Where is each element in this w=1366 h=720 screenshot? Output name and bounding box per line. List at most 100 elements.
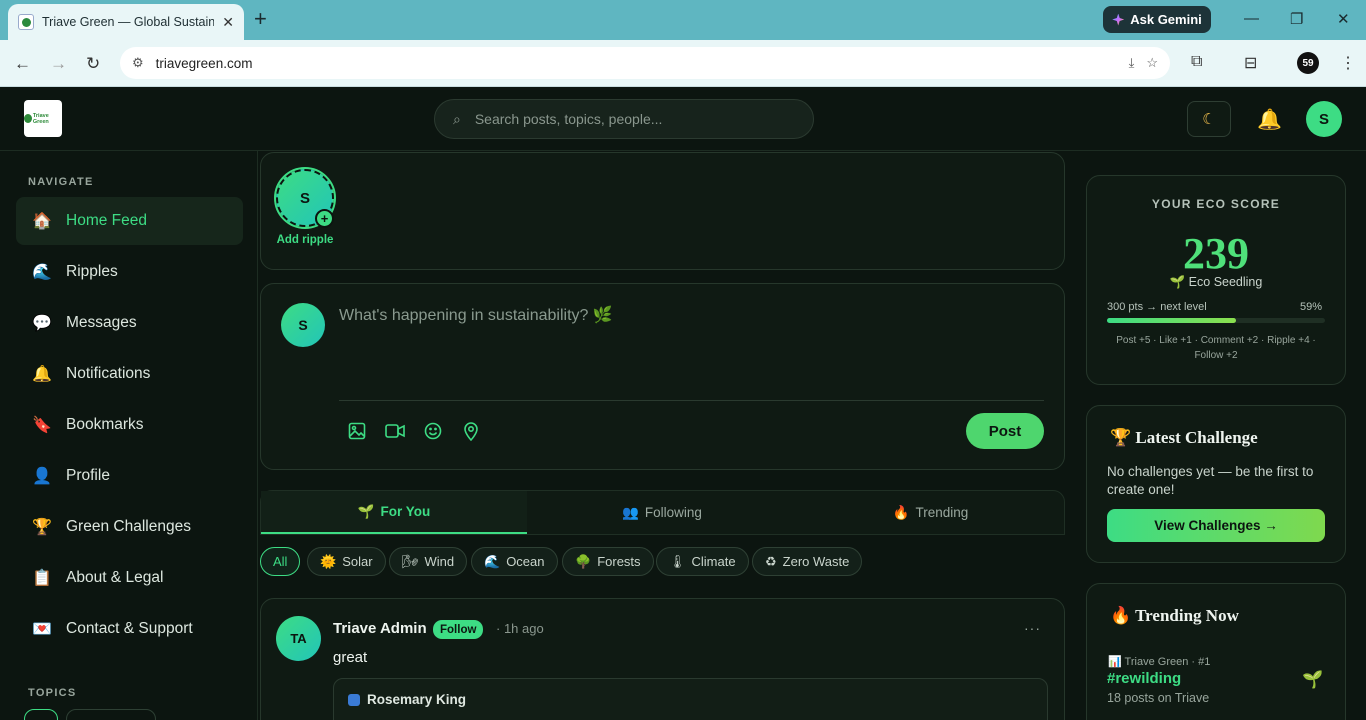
sidebar-item-profile[interactable]: 👤 Profile xyxy=(16,452,243,500)
composer-input[interactable]: What's happening in sustainability? 🌿 xyxy=(339,305,613,325)
tab-icon: 👥 xyxy=(622,504,639,520)
sidebar-item-contact-support[interactable]: 💌 Contact & Support xyxy=(16,605,243,653)
follow-button[interactable]: Follow xyxy=(433,620,484,639)
new-tab-button[interactable]: + xyxy=(254,7,267,31)
favicon-icon xyxy=(18,14,34,30)
browser-tab[interactable]: Triave Green — Global Sustaina ✕ xyxy=(8,4,244,40)
profile-avatar[interactable]: 59 xyxy=(1297,52,1319,74)
sidebar-item-messages[interactable]: 💬 Messages xyxy=(16,299,243,347)
filter-chip-zero-waste[interactable]: ♻ Zero Waste xyxy=(752,547,863,576)
view-challenges-button[interactable]: View Challenges → xyxy=(1107,509,1325,542)
repost-icon xyxy=(348,694,360,706)
challenge-title: 🏆 Latest Challenge xyxy=(1110,428,1258,447)
post-text: great xyxy=(333,649,368,666)
chip-icon: 🌞 xyxy=(320,553,337,569)
video-icon[interactable] xyxy=(385,421,405,441)
forward-icon[interactable]: → xyxy=(50,54,67,74)
chip-icon: 🌡 xyxy=(669,553,686,569)
notifications-bell-icon[interactable]: 🔔 xyxy=(1257,107,1282,132)
topics-heading: TOPICS xyxy=(28,687,77,699)
topic-chip-all[interactable] xyxy=(24,709,58,720)
sidebar-item-icon: 💬 xyxy=(32,315,52,332)
sidebar-item-label: Profile xyxy=(66,467,110,484)
bookmark-star-icon[interactable]: ☆ xyxy=(1146,55,1158,71)
filter-chip-ocean[interactable]: 🌊 Ocean xyxy=(471,547,558,576)
more-options-icon[interactable]: ··· xyxy=(1024,620,1041,636)
chip-label: Climate xyxy=(691,554,736,569)
sidebar-item-icon: 🏠 xyxy=(32,213,52,230)
sidebar-item-icon: 💌 xyxy=(32,621,52,638)
search-bar[interactable]: ⌕ Search posts, topics, people... xyxy=(434,99,814,139)
eco-score-value: 239 xyxy=(1183,229,1249,278)
chip-label: Solar xyxy=(342,554,373,569)
post-author-avatar[interactable]: TA xyxy=(276,616,321,661)
extensions-icon[interactable]: ⧉ xyxy=(1191,53,1202,71)
plus-icon[interactable]: + xyxy=(315,209,334,228)
tab-label: For You xyxy=(380,504,431,519)
browser-menu-icon[interactable]: ⋮ xyxy=(1340,53,1356,73)
search-icon: ⌕ xyxy=(453,110,461,127)
tab-label: Following xyxy=(644,505,702,520)
omnibox[interactable]: ⚙ triavegreen.com ⤓ ☆ xyxy=(120,47,1170,79)
chip-icon: ♻ xyxy=(765,553,777,569)
sidebar-item-about-legal[interactable]: 📋 About & Legal xyxy=(16,554,243,602)
sidebar-item-icon: 🏆 xyxy=(32,519,52,536)
trending-title: 🔥 Trending Now xyxy=(1110,606,1239,625)
reload-icon[interactable]: ↻ xyxy=(86,54,100,74)
ask-gemini-label: Ask Gemini xyxy=(1130,12,1202,27)
theme-toggle-button[interactable]: ☾ xyxy=(1187,101,1231,137)
filter-chip-forests[interactable]: 🌳 Forests xyxy=(562,547,654,576)
chip-label: Forests xyxy=(597,554,641,569)
restore-icon[interactable]: ❐ xyxy=(1290,10,1303,28)
quoted-author[interactable]: Rosemary King xyxy=(367,692,466,707)
location-pin-icon[interactable] xyxy=(461,421,481,441)
add-ripple-label[interactable]: Add ripple xyxy=(270,234,340,246)
back-icon[interactable]: ← xyxy=(14,54,31,74)
sidebar-item-label: Green Challenges xyxy=(66,518,191,535)
filter-chip-wind[interactable]: 🌬 Wind xyxy=(389,547,468,576)
site-info-icon[interactable]: ⚙ xyxy=(132,55,144,71)
tab-trending[interactable]: 🔥 Trending xyxy=(797,491,1064,534)
trending-source: 📊 Triave Green · #1 xyxy=(1108,656,1211,668)
install-app-icon[interactable]: ⤓ xyxy=(1129,55,1135,71)
tab-close-icon[interactable]: ✕ xyxy=(222,14,234,31)
filter-chip-solar[interactable]: 🌞 Solar xyxy=(307,547,386,576)
points-rules: Post +5 · Like +1 · Comment +2 · Ripple … xyxy=(1116,335,1316,361)
next-level-text: 300 pts → next level xyxy=(1107,301,1207,313)
trending-hashtag[interactable]: #rewilding xyxy=(1107,670,1181,687)
image-icon[interactable] xyxy=(347,421,367,441)
composer-avatar: S xyxy=(281,303,325,347)
post-timestamp: · 1h ago xyxy=(496,621,544,636)
sidebar-item-home-feed[interactable]: 🏠 Home Feed xyxy=(16,197,243,245)
sidebar-item-label: Messages xyxy=(66,314,137,331)
globe-icon xyxy=(24,114,32,123)
sidebar-item-label: Contact & Support xyxy=(66,620,193,637)
sidebar-item-notifications[interactable]: 🔔 Notifications xyxy=(16,350,243,398)
sidebar-item-bookmarks[interactable]: 🔖 Bookmarks xyxy=(16,401,243,449)
url-text[interactable]: triavegreen.com xyxy=(156,56,253,71)
sidebar-item-ripples[interactable]: 🌊 Ripples xyxy=(16,248,243,296)
window-close-icon[interactable]: ✕ xyxy=(1337,10,1350,28)
composer-divider xyxy=(339,400,1044,401)
sidebar-item-icon: 👤 xyxy=(32,468,52,485)
filter-chip-climate[interactable]: 🌡 Climate xyxy=(656,547,749,576)
site-logo[interactable]: Triave Green xyxy=(24,100,62,137)
sidebar-item-green-challenges[interactable]: 🏆 Green Challenges xyxy=(16,503,243,551)
search-placeholder[interactable]: Search posts, topics, people... xyxy=(475,111,663,127)
post-author-name[interactable]: Triave Admin xyxy=(333,620,427,637)
chip-icon: 🌳 xyxy=(575,553,592,569)
progress-fill xyxy=(1107,318,1236,323)
tab-for-you[interactable]: 🌱 For You xyxy=(261,491,527,534)
tab-following[interactable]: 👥 Following xyxy=(528,491,796,534)
topic-chip[interactable] xyxy=(66,709,156,720)
filter-chip-all[interactable]: All xyxy=(260,547,301,576)
tab-search-icon[interactable]: ⊟ xyxy=(1244,53,1257,73)
sidebar-item-icon: 📋 xyxy=(32,570,52,587)
emoji-icon[interactable] xyxy=(423,421,443,441)
sidebar-item-label: Notifications xyxy=(66,365,151,382)
minimize-icon[interactable]: — xyxy=(1244,10,1259,27)
ask-gemini-button[interactable]: Ask Gemini xyxy=(1103,6,1211,33)
post-button[interactable]: Post xyxy=(966,413,1044,449)
sidebar-item-label: About & Legal xyxy=(66,569,164,586)
user-avatar[interactable]: S xyxy=(1306,101,1342,137)
